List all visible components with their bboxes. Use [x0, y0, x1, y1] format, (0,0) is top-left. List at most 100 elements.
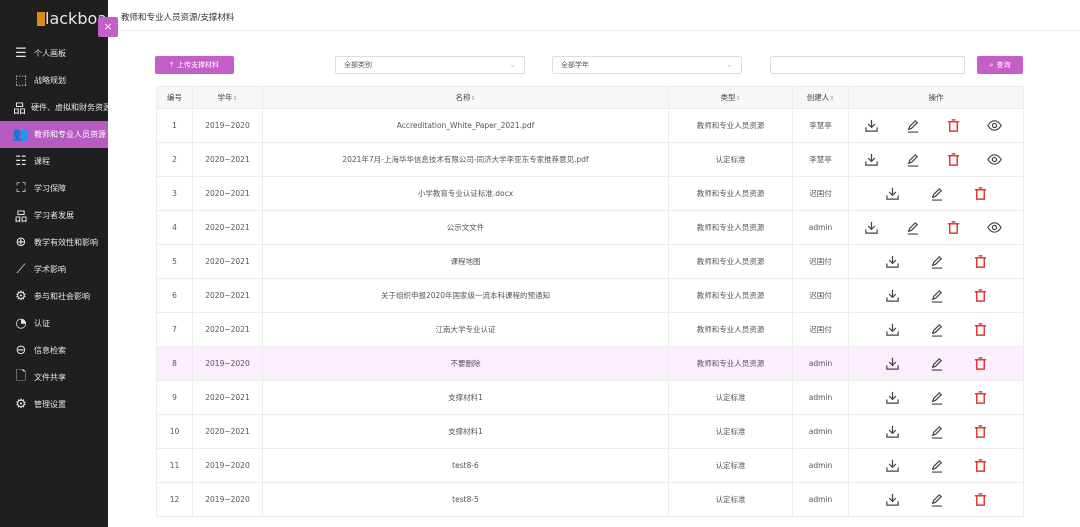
delete-icon[interactable]: [972, 389, 989, 406]
cell-name: 公示文文件: [262, 210, 669, 245]
cell-creator: admin: [792, 448, 849, 483]
sidebar-item[interactable]: ◔ 认证: [0, 310, 108, 337]
edit-icon[interactable]: [928, 423, 945, 440]
search-input[interactable]: [770, 56, 965, 74]
sidebar-item[interactable]: 品硬件、虚拟和财务资源: [0, 94, 108, 121]
header-type[interactable]: 类型⇕: [668, 86, 793, 109]
cell-name: 关于组织申报2020年国家级一流本科课程的预通知: [262, 278, 669, 313]
edit-icon[interactable]: [928, 253, 945, 270]
header-year[interactable]: 学年⇕: [192, 86, 263, 109]
cell-year: 2020~2021: [192, 210, 263, 245]
download-icon[interactable]: [884, 253, 901, 270]
cell-year: 2020~2021: [192, 312, 263, 347]
download-icon[interactable]: [884, 287, 901, 304]
sidebar-item-label: 信息检索: [34, 346, 66, 355]
cell-type: 认定标准: [668, 482, 793, 517]
cell-type: 教师和专业人员资源: [668, 244, 793, 279]
close-sidebar-button[interactable]: ×: [98, 17, 118, 37]
delete-icon[interactable]: [945, 151, 962, 168]
search-button[interactable]: ⌕ 查询: [977, 56, 1023, 74]
cell-id: 9: [156, 380, 193, 415]
header-id[interactable]: 编号: [156, 86, 193, 109]
cell-creator: 李慧亭: [792, 142, 849, 177]
header-name[interactable]: 名称⇕: [262, 86, 669, 109]
edit-icon[interactable]: [904, 219, 921, 236]
sidebar-item[interactable]: ⬚ 战略规划: [0, 67, 108, 94]
view-icon[interactable]: [986, 219, 1003, 236]
download-icon[interactable]: [884, 457, 901, 474]
cell-creator: 迟国付: [792, 244, 849, 279]
sidebar-item[interactable]: ⛶ 学习保障: [0, 175, 108, 202]
sidebar-item[interactable]: 🗋 文件共享: [0, 364, 108, 391]
sidebar-item[interactable]: 品学习者发展: [0, 202, 108, 229]
society-icon: ⚙: [15, 289, 27, 304]
delete-icon[interactable]: [972, 253, 989, 270]
chevron-down-icon: ⌄: [509, 60, 516, 69]
sidebar-item[interactable]: ⚙ 参与和社会影响: [0, 283, 108, 310]
download-icon[interactable]: [884, 423, 901, 440]
cell-actions: [848, 108, 1024, 143]
download-icon[interactable]: [863, 117, 880, 134]
cell-creator: admin: [792, 482, 849, 517]
cell-year: 2019~2020: [192, 482, 263, 517]
cell-name: 2021年7月-上海华华信息技术有限公司-同济大学李亚东专家推荐意见.pdf: [262, 142, 669, 177]
delete-icon[interactable]: [972, 491, 989, 508]
delete-icon[interactable]: [972, 321, 989, 338]
sidebar-item[interactable]: 👥 教师和专业人员资源: [0, 121, 108, 148]
download-icon[interactable]: [884, 355, 901, 372]
cell-creator: admin: [792, 210, 849, 245]
cell-type: 认定标准: [668, 380, 793, 415]
delete-icon[interactable]: [972, 185, 989, 202]
edit-icon[interactable]: [928, 355, 945, 372]
sidebar-item-label: 参与和社会影响: [34, 292, 90, 301]
logo-mark: [37, 12, 45, 26]
sidebar-item[interactable]: ⟋ 学术影响: [0, 256, 108, 283]
sidebar-item[interactable]: ☰ 个人画板: [0, 40, 108, 67]
download-icon[interactable]: [863, 219, 880, 236]
edit-icon[interactable]: [928, 287, 945, 304]
cell-year: 2020~2021: [192, 414, 263, 449]
download-icon[interactable]: [884, 321, 901, 338]
category-select[interactable]: 全部类别 ⌄: [335, 56, 525, 74]
delete-icon[interactable]: [972, 287, 989, 304]
delete-icon[interactable]: [972, 355, 989, 372]
table-row: 4 2020~2021 公示文文件 教师和专业人员资源 admin: [156, 210, 1024, 245]
logo: lackboa: [0, 0, 108, 40]
download-icon[interactable]: [863, 151, 880, 168]
cell-type: 教师和专业人员资源: [668, 108, 793, 143]
cell-actions: [848, 380, 1024, 415]
sidebar-item[interactable]: ⚙ 管理设置: [0, 391, 108, 418]
edit-icon[interactable]: [928, 185, 945, 202]
delete-icon[interactable]: [972, 423, 989, 440]
edit-icon[interactable]: [904, 151, 921, 168]
cell-creator: 李慧亭: [792, 108, 849, 143]
upload-button[interactable]: ⤒ 上传支撑材料: [155, 56, 234, 74]
view-icon[interactable]: [986, 117, 1003, 134]
sidebar-item[interactable]: ⊕ 教学有效性和影响: [0, 229, 108, 256]
header-creator[interactable]: 创建人⇕: [792, 86, 849, 109]
table-row: 11 2019~2020 test8-6 认定标准 admin: [156, 448, 1024, 483]
table-row: 6 2020~2021 关于组织申报2020年国家级一流本科课程的预通知 教师和专业人…: [156, 278, 1024, 313]
cell-type: 教师和专业人员资源: [668, 346, 793, 381]
search-button-label: 查询: [996, 61, 1011, 69]
edit-icon[interactable]: [904, 117, 921, 134]
edit-icon[interactable]: [928, 389, 945, 406]
edit-icon[interactable]: [928, 321, 945, 338]
sidebar-item[interactable]: ⊖ 信息检索: [0, 337, 108, 364]
delete-icon[interactable]: [945, 219, 962, 236]
view-icon[interactable]: [986, 151, 1003, 168]
sidebar-item-label: 课程: [34, 157, 50, 166]
search-icon: ⌕: [989, 60, 994, 69]
year-select[interactable]: 全部学年 ⌄: [552, 56, 742, 74]
delete-icon[interactable]: [972, 457, 989, 474]
edit-icon[interactable]: [928, 457, 945, 474]
sidebar-item-label: 文件共享: [34, 373, 66, 382]
download-icon[interactable]: [884, 491, 901, 508]
cell-actions: [848, 210, 1024, 245]
download-icon[interactable]: [884, 185, 901, 202]
sidebar-item-label: 学习保障: [34, 184, 66, 193]
edit-icon[interactable]: [928, 491, 945, 508]
download-icon[interactable]: [884, 389, 901, 406]
delete-icon[interactable]: [945, 117, 962, 134]
sidebar-item[interactable]: ☷ 课程: [0, 148, 108, 175]
